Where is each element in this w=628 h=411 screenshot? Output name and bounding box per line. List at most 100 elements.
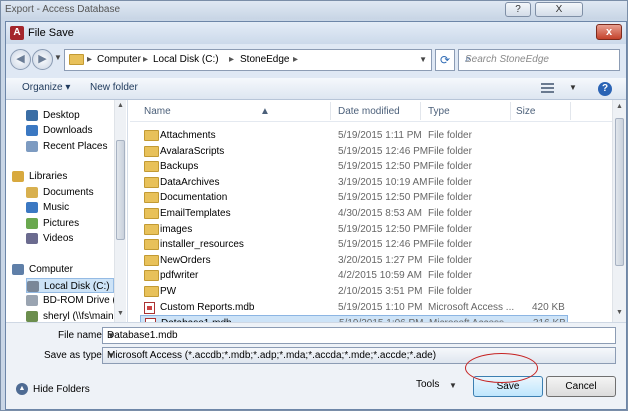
sidebar-scrollbar[interactable]: ▲ ▼ bbox=[114, 100, 126, 322]
sidebar-item-label: Desktop bbox=[43, 110, 80, 121]
file-name-label: File name: bbox=[58, 330, 105, 341]
breadcrumb-arrow-icon[interactable]: ▸ bbox=[229, 54, 234, 65]
save-type-dropdown-icon[interactable]: ▼ bbox=[107, 351, 612, 360]
breadcrumb-arrow-icon[interactable]: ▸ bbox=[143, 54, 148, 65]
sidebar-item-computer[interactable]: Computer bbox=[12, 262, 114, 277]
address-dropdown-icon[interactable]: ▼ bbox=[419, 55, 427, 64]
file-row[interactable]: NewOrders 3/20/2015 1:27 PM File folder bbox=[140, 253, 568, 268]
folder-icon bbox=[144, 192, 159, 204]
sidebar-item-label: Recent Places bbox=[43, 141, 108, 152]
scroll-up-icon[interactable]: ▲ bbox=[616, 103, 623, 110]
forward-button[interactable]: ▶ bbox=[32, 49, 53, 70]
organize-button[interactable]: Organize ▾ bbox=[22, 82, 70, 93]
column-name[interactable]: Name bbox=[144, 106, 171, 117]
column-size[interactable]: Size bbox=[516, 106, 535, 117]
file-row[interactable]: Backups 5/19/2015 12:50 PM File folder bbox=[140, 159, 568, 174]
file-row[interactable]: Custom Reports.mdb 5/19/2015 1:10 PM Micro… bbox=[140, 300, 568, 315]
file-row[interactable]: PW 2/10/2015 3:51 PM File folder bbox=[140, 284, 568, 299]
music-icon bbox=[26, 202, 38, 213]
sidebar-item-local-disk-c[interactable]: Local Disk (C:) bbox=[26, 278, 114, 293]
forward-arrow-icon: ▶ bbox=[38, 53, 47, 65]
new-folder-button[interactable]: New folder bbox=[90, 82, 138, 93]
file-type: File folder bbox=[428, 145, 472, 157]
organize-label: Organize bbox=[22, 82, 63, 93]
outer-close-button[interactable]: X bbox=[535, 2, 583, 17]
file-row[interactable]: pdfwriter 4/2/2015 10:59 AM File folder bbox=[140, 268, 568, 283]
file-row[interactable]: Documentation 5/19/2015 12:50 PM File fold… bbox=[140, 190, 568, 205]
search-input[interactable]: Search StoneEdge ⌕ bbox=[458, 49, 620, 71]
sidebar-item-downloads[interactable]: Downloads bbox=[26, 123, 114, 138]
file-size: 420 KB bbox=[532, 301, 565, 313]
recent-locations-dropdown[interactable]: ▼ bbox=[54, 53, 62, 62]
back-button[interactable]: ◀ bbox=[10, 49, 31, 70]
downloads-icon bbox=[26, 125, 38, 136]
file-type: File folder bbox=[428, 192, 472, 204]
help-icon[interactable]: ? bbox=[598, 82, 612, 96]
breadcrumb-computer[interactable]: Computer bbox=[97, 54, 141, 65]
file-type: File folder bbox=[428, 239, 472, 251]
file-type: File folder bbox=[428, 286, 472, 297]
file-list-scrollbar[interactable]: ▲ ▼ bbox=[612, 100, 626, 322]
recent-places-icon bbox=[26, 141, 38, 152]
breadcrumb-stoneedge[interactable]: StoneEdge bbox=[240, 54, 290, 65]
breadcrumb-local-disk[interactable]: Local Disk (C:) bbox=[153, 54, 219, 65]
file-date-modified: 5/19/2015 12:46 PM bbox=[338, 145, 429, 157]
folder-icon bbox=[144, 223, 159, 235]
dialog-close-button[interactable]: x bbox=[596, 24, 622, 40]
refresh-button[interactable]: ⟳ bbox=[435, 49, 455, 71]
column-date-modified[interactable]: Date modified bbox=[338, 106, 400, 117]
tools-dropdown-icon[interactable]: ▼ bbox=[449, 381, 457, 390]
file-type: File folder bbox=[428, 176, 472, 188]
sidebar-item-sheryl-fs-main[interactable]: sheryl (\\fs\main bbox=[26, 309, 114, 322]
sidebar-scroll-thumb[interactable] bbox=[116, 140, 125, 240]
file-list-scroll-thumb[interactable] bbox=[615, 118, 624, 266]
breadcrumb-arrow-icon[interactable]: ▸ bbox=[87, 54, 92, 65]
file-name: Custom Reports.mdb bbox=[160, 301, 255, 313]
file-row[interactable]: Attachments 5/19/2015 1:11 PM File folder bbox=[140, 128, 568, 143]
sidebar-item-bd-rom-drive-g[interactable]: BD-ROM Drive (G bbox=[26, 293, 124, 308]
folder-icon bbox=[144, 161, 159, 173]
hide-folders-icon[interactable]: ▲ bbox=[16, 383, 28, 395]
sidebar-item-desktop[interactable]: Desktop bbox=[26, 108, 114, 123]
file-name-dropdown-icon[interactable]: ▼ bbox=[107, 331, 612, 340]
sidebar-item-libraries[interactable]: Libraries bbox=[12, 169, 114, 184]
breadcrumb-arrow-icon[interactable]: ▸ bbox=[293, 54, 298, 65]
address-bar[interactable]: ▸ Computer ▸ Local Disk (C:) ▸ StoneEdge… bbox=[64, 49, 432, 71]
scroll-down-icon[interactable]: ▼ bbox=[117, 310, 124, 317]
column-separator[interactable] bbox=[510, 102, 511, 120]
column-separator[interactable] bbox=[570, 102, 571, 120]
file-row[interactable]: DataArchives 3/19/2015 10:19 AM File folde… bbox=[140, 175, 568, 190]
file-name: images bbox=[160, 223, 193, 235]
file-date-modified: 5/19/2015 12:50 PM bbox=[338, 223, 429, 235]
view-options-icon[interactable] bbox=[539, 82, 557, 95]
file-row[interactable]: EmailTemplates 4/30/2015 8:53 AM File fold… bbox=[140, 206, 568, 221]
save-type-select[interactable]: Microsoft Access (*.accdb;*.mdb;*.adp;*.… bbox=[102, 347, 616, 364]
file-date-modified: 5/19/2015 12:50 PM bbox=[338, 161, 429, 173]
command-bar: Organize ▾ New folder ▼ ? bbox=[6, 78, 626, 100]
sidebar-item-label: Local Disk (C:) bbox=[44, 281, 110, 292]
file-row[interactable]: images 5/19/2015 12:50 PM File folder bbox=[140, 222, 568, 237]
folder-icon bbox=[144, 145, 159, 157]
sidebar-item-label: sheryl (\\fs\main bbox=[43, 311, 114, 322]
file-row[interactable]: AvalaraScripts 5/19/2015 12:46 PM File fol… bbox=[140, 144, 568, 159]
scroll-down-icon[interactable]: ▼ bbox=[616, 309, 623, 316]
tools-button[interactable]: Tools bbox=[416, 379, 439, 390]
file-row[interactable]: Database1.mdb5/19/2015 1:06 PMMicrosoft … bbox=[140, 315, 568, 322]
column-type[interactable]: Type bbox=[428, 106, 450, 117]
file-name-input[interactable]: Database1.mdb ▼ bbox=[102, 327, 616, 344]
sidebar-item-pictures[interactable]: Pictures bbox=[26, 216, 114, 231]
sidebar-item-documents[interactable]: Documents bbox=[26, 185, 114, 200]
sidebar-item-videos[interactable]: Videos bbox=[26, 231, 114, 246]
help-button[interactable]: ? bbox=[505, 2, 531, 17]
hide-folders-button[interactable]: Hide Folders bbox=[33, 384, 90, 395]
scroll-up-icon[interactable]: ▲ bbox=[117, 102, 124, 109]
view-dropdown-icon[interactable]: ▼ bbox=[569, 83, 577, 92]
sidebar-item-music[interactable]: Music bbox=[26, 200, 114, 215]
file-row[interactable]: installer_resources 5/19/2015 12:46 PM Fil… bbox=[140, 237, 568, 252]
column-headers: ▲ Name Date modified Type Size bbox=[130, 100, 626, 122]
cancel-button[interactable]: Cancel bbox=[546, 376, 616, 397]
column-separator[interactable] bbox=[330, 102, 331, 120]
column-separator[interactable] bbox=[420, 102, 421, 120]
file-type: File folder bbox=[428, 161, 472, 173]
sidebar-item-recent-places[interactable]: Recent Places bbox=[26, 139, 114, 154]
